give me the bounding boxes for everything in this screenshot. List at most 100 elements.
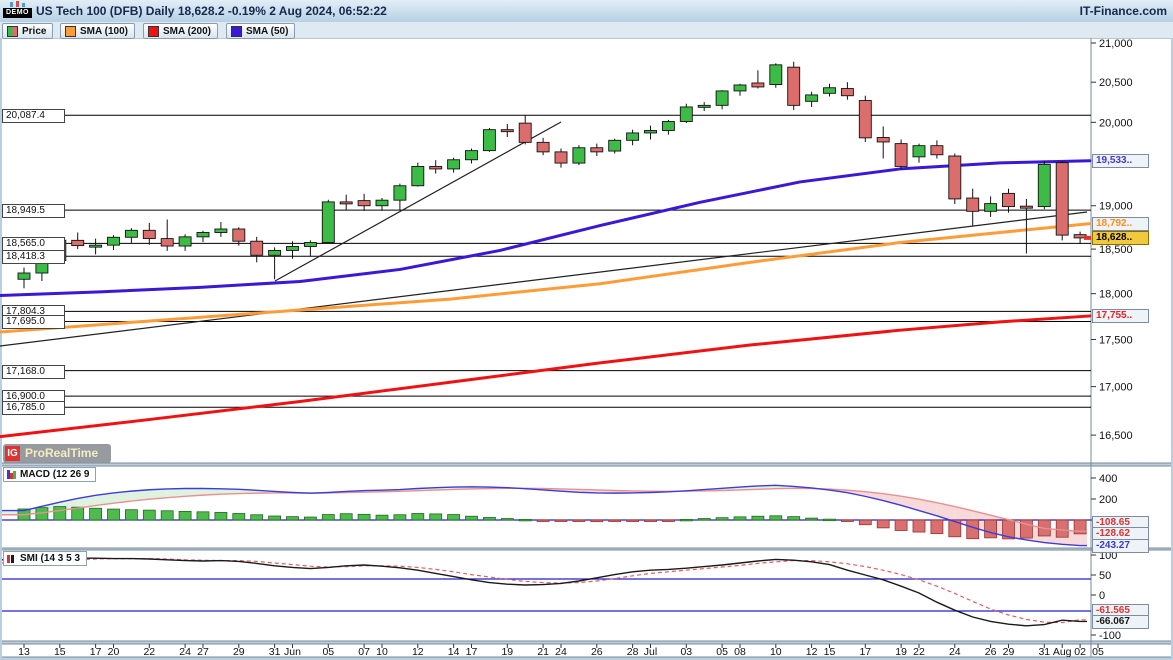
candle-body	[752, 83, 764, 87]
candle-body	[448, 160, 460, 169]
macd-histogram-bar	[161, 511, 173, 520]
price-tick-label: 20,500	[1099, 77, 1133, 89]
legend-sma200-button[interactable]: SMA (200)	[143, 23, 218, 39]
macd-label: MACD (12 26 9	[20, 469, 89, 480]
price-value-marker: 18,792..	[1092, 217, 1149, 231]
candle-body	[555, 152, 567, 163]
x-tick-label: 21	[537, 646, 549, 658]
macd-icon	[7, 470, 17, 479]
prorealtime-watermark: IG ProRealTime	[3, 444, 111, 463]
legend-price-button[interactable]: Price	[2, 23, 53, 39]
candle-body	[877, 137, 889, 142]
candle-body	[573, 148, 585, 163]
candle-body	[72, 240, 84, 245]
candle-body	[376, 200, 388, 206]
candle-body	[287, 246, 299, 250]
x-tick-label: 31	[1038, 646, 1050, 658]
x-tick-label: 26	[985, 646, 997, 658]
macd-histogram-bar	[824, 519, 836, 521]
last-price-tick	[1084, 236, 1091, 240]
x-tick-label: 24	[949, 646, 961, 658]
x-tick-label: 22	[143, 646, 155, 658]
macd-histogram-bar	[215, 512, 227, 520]
price-color-chip-icon	[7, 26, 18, 37]
x-tick-label: 07	[358, 646, 370, 658]
smi-panel	[2, 550, 1171, 641]
x-tick-label: 08	[734, 646, 746, 658]
macd-histogram-bar	[573, 520, 585, 522]
macd-histogram-bar	[287, 517, 299, 520]
candle-body	[591, 148, 603, 152]
macd-histogram-bar	[483, 517, 495, 520]
title-bar: DEMO US Tech 100 (DFB) Daily 18,628.2 -0…	[0, 0, 1173, 23]
candle-body	[1038, 164, 1050, 206]
macd-histogram-bar	[466, 516, 478, 520]
macd-histogram-bar	[877, 520, 889, 528]
macd-histogram-bar	[197, 512, 209, 520]
macd-histogram-bar	[125, 510, 137, 520]
candle-body	[143, 230, 155, 238]
macd-histogram-bar	[304, 517, 316, 520]
macd-histogram-bar	[501, 519, 513, 521]
x-tick-label: 05	[322, 646, 334, 658]
macd-indicator-header[interactable]: MACD (12 26 9	[3, 467, 96, 482]
macd-value-marker: -243.27	[1092, 539, 1149, 553]
candle-body	[519, 123, 531, 142]
price-tick-label: 16,500	[1099, 430, 1133, 442]
macd-histogram-bar	[179, 511, 191, 520]
candle-body	[197, 232, 209, 236]
candle-body	[913, 146, 925, 157]
candle-body	[645, 130, 657, 132]
candle-body	[269, 250, 281, 255]
sma100-color-chip-icon	[65, 26, 76, 37]
macd-histogram-bar	[931, 520, 943, 534]
candle-body	[698, 105, 710, 107]
x-tick-label: 12	[412, 646, 424, 658]
legend-sma50-button[interactable]: SMA (50)	[226, 23, 295, 39]
macd-histogram-bar	[143, 510, 155, 520]
x-tick-label: 13	[18, 646, 30, 658]
candle-body	[627, 133, 639, 140]
candle-body	[1056, 163, 1068, 235]
candle-body	[967, 198, 979, 211]
macd-histogram-bar	[913, 520, 925, 532]
candle-body	[322, 202, 334, 243]
x-tick-label: 14	[448, 646, 460, 658]
macd-histogram-bar	[645, 520, 657, 522]
it-finance-brand: IT-Finance.com	[1080, 4, 1167, 18]
smi-icon	[7, 554, 17, 563]
x-tick-label: 17	[859, 646, 871, 658]
macd-histogram-bar	[698, 519, 710, 521]
macd-histogram-bar	[233, 513, 245, 520]
x-tick-label: 29	[233, 646, 245, 658]
legend-bar: Price SMA (100) SMA (200) SMA (50)	[0, 22, 1173, 38]
x-tick-label: 26	[591, 646, 603, 658]
x-tick-label: 27	[197, 646, 209, 658]
candle-body	[412, 166, 424, 185]
x-tick-label: Aug	[1053, 646, 1072, 658]
legend-sma100-button[interactable]: SMA (100)	[60, 23, 135, 39]
candle-body	[1020, 206, 1032, 208]
candle-body	[304, 243, 316, 247]
candle-body	[806, 95, 818, 101]
candle-body	[609, 140, 621, 151]
chart-canvas[interactable]: 21,00020,50020,00019,00018,50018,00017,5…	[0, 0, 1173, 660]
smi-indicator-header[interactable]: SMI (14 3 5 3	[3, 551, 87, 566]
candle-body	[949, 156, 961, 199]
macd-histogram-bar	[269, 516, 281, 520]
x-tick-label: 29	[1003, 646, 1015, 658]
macd-histogram-bar	[806, 518, 818, 520]
candle-body	[931, 146, 943, 155]
x-tick-label: 22	[913, 646, 925, 658]
x-tick-label: 19	[501, 646, 513, 658]
macd-histogram-bar	[90, 508, 102, 520]
macd-histogram-bar	[251, 515, 263, 520]
candle-body	[251, 241, 263, 255]
price-tick-label: 18,000	[1099, 289, 1133, 301]
candle-body	[233, 229, 245, 241]
mini-candles-icon	[9, 1, 27, 7]
candle-body	[662, 122, 674, 131]
x-tick-label: Jul	[644, 646, 657, 658]
level-price-label: 18,949.5	[2, 204, 65, 218]
candle-body	[770, 65, 782, 85]
